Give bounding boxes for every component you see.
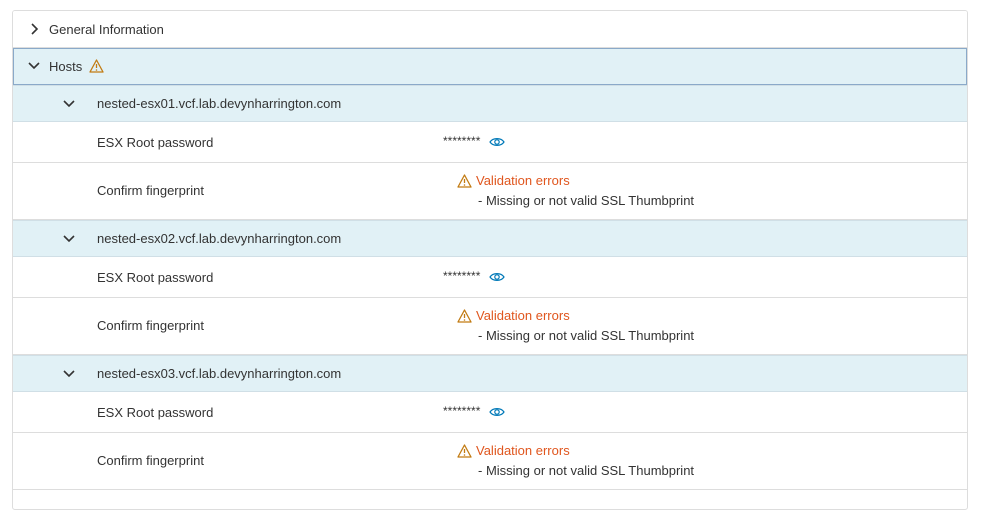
host-header-esx02[interactable]: nested-esx02.vcf.lab.devynharrington.com <box>13 220 967 257</box>
eye-icon[interactable] <box>489 136 505 148</box>
chevron-down-icon[interactable] <box>27 59 41 73</box>
fingerprint-label: Confirm fingerprint <box>97 183 204 198</box>
hosts-review-panel: General Information Hosts nested-esx01.v… <box>12 10 968 510</box>
password-row: ESX Root password ******** <box>13 392 967 433</box>
warning-icon <box>457 173 472 188</box>
fingerprint-label: Confirm fingerprint <box>97 453 204 468</box>
validation-errors: Validation errors <box>457 443 570 458</box>
validation-message: - Missing or not valid SSL Thumbprint <box>478 463 695 478</box>
eye-icon[interactable] <box>489 406 505 418</box>
password-label: ESX Root password <box>97 270 214 285</box>
section-label: General Information <box>49 22 164 37</box>
warning-icon <box>89 59 104 73</box>
password-value: ******** <box>443 269 481 283</box>
password-row: ESX Root password ******** <box>13 257 967 298</box>
section-label: Hosts <box>49 59 83 74</box>
validation-message: - Missing or not valid SSL Thumbprint <box>478 193 695 208</box>
password-label: ESX Root password <box>97 135 214 150</box>
fingerprint-row: Confirm fingerprint Validation errors - … <box>13 163 967 220</box>
host-name: nested-esx03.vcf.lab.devynharrington.com <box>97 366 342 381</box>
password-row: ESX Root password ******** <box>13 122 967 163</box>
validation-title: Validation errors <box>476 173 570 188</box>
password-value: ******** <box>443 404 481 418</box>
eye-icon[interactable] <box>489 271 505 283</box>
validation-title: Validation errors <box>476 443 570 458</box>
section-hosts[interactable]: Hosts <box>13 48 967 85</box>
warning-icon <box>457 308 472 323</box>
host-name: nested-esx01.vcf.lab.devynharrington.com <box>97 96 342 111</box>
chevron-right-icon[interactable] <box>27 22 41 36</box>
host-header-esx01[interactable]: nested-esx01.vcf.lab.devynharrington.com <box>13 85 967 122</box>
fingerprint-row: Confirm fingerprint Validation errors - … <box>13 298 967 355</box>
password-label: ESX Root password <box>97 405 214 420</box>
section-general-information[interactable]: General Information <box>13 11 967 48</box>
fingerprint-label: Confirm fingerprint <box>97 318 204 333</box>
password-value: ******** <box>443 134 481 148</box>
fingerprint-row: Confirm fingerprint Validation errors - … <box>13 433 967 490</box>
host-name: nested-esx02.vcf.lab.devynharrington.com <box>97 231 342 246</box>
chevron-down-icon[interactable] <box>62 367 76 381</box>
chevron-down-icon[interactable] <box>62 232 76 246</box>
validation-errors: Validation errors <box>457 173 570 188</box>
chevron-down-icon[interactable] <box>62 97 76 111</box>
validation-title: Validation errors <box>476 308 570 323</box>
warning-icon <box>457 443 472 458</box>
validation-errors: Validation errors <box>457 308 570 323</box>
validation-message: - Missing or not valid SSL Thumbprint <box>478 328 695 343</box>
host-header-esx03[interactable]: nested-esx03.vcf.lab.devynharrington.com <box>13 355 967 392</box>
